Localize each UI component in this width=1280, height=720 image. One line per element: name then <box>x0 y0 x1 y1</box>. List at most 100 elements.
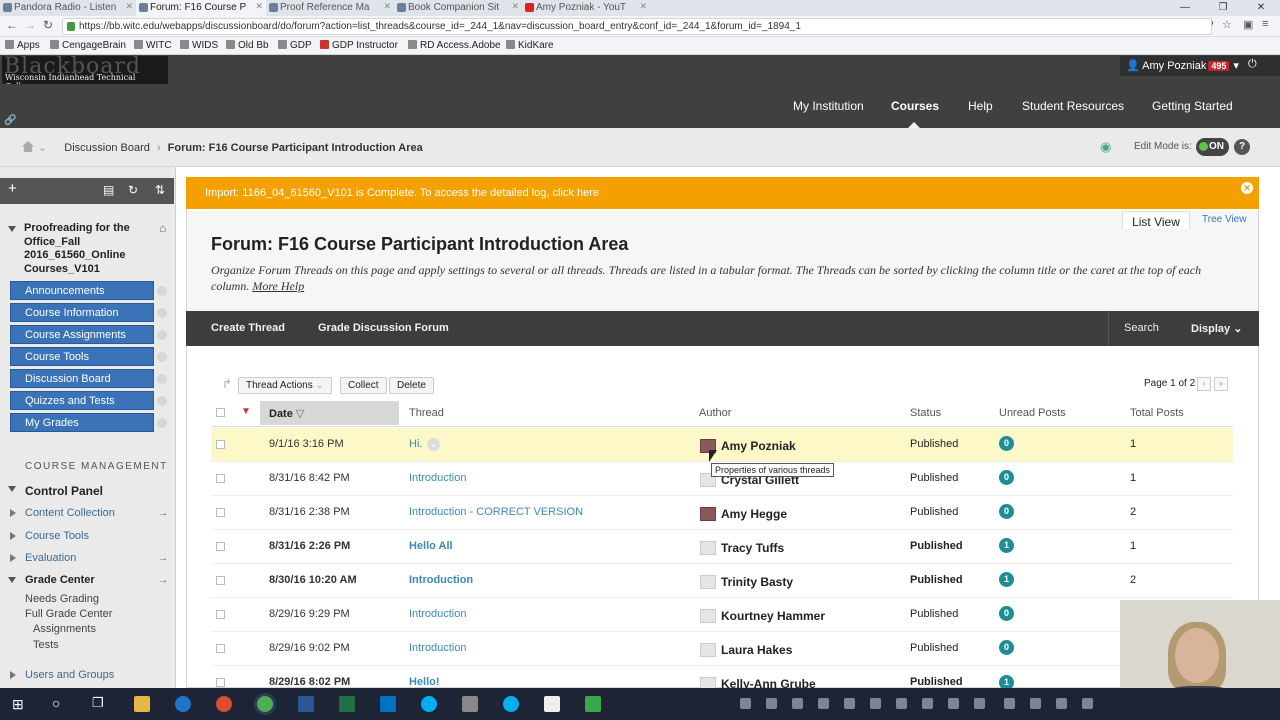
sidebar-item-announcements[interactable]: Announcements <box>10 281 154 300</box>
close-icon[interactable]: ✕ <box>511 1 519 12</box>
row-checkbox[interactable] <box>216 576 225 585</box>
tab-list-view[interactable]: List View <box>1122 211 1190 229</box>
unread-badge[interactable]: 1 <box>999 538 1014 553</box>
tray-icon[interactable] <box>870 698 881 709</box>
logout-icon[interactable]: ⏻ <box>1248 58 1257 71</box>
select-all-checkbox[interactable] <box>216 408 225 417</box>
thread-actions-button[interactable]: Thread Actions ⌄ <box>238 377 332 394</box>
options-dot-icon[interactable] <box>157 286 167 296</box>
cp-content-collection[interactable]: Content Collection <box>25 507 115 519</box>
course-home-icon[interactable]: ⌂ <box>159 221 166 235</box>
cp-evaluation[interactable]: Evaluation <box>25 552 76 564</box>
collapse-course-icon[interactable] <box>8 226 16 232</box>
unread-badge[interactable]: 1 <box>999 572 1014 587</box>
sort-caret-icon[interactable]: ▽ <box>296 408 304 420</box>
thread-link[interactable]: Introduction <box>409 642 466 654</box>
sidebar-item-course-information[interactable]: Course Information <box>10 303 154 322</box>
sidebar-item-quizzes-and-tests[interactable]: Quizzes and Tests <box>10 391 154 410</box>
more-help-link[interactable]: More Help <box>252 279 304 293</box>
app-icon[interactable] <box>462 696 478 712</box>
cortana-icon[interactable]: ○ <box>52 695 60 711</box>
options-dot-icon[interactable] <box>157 308 167 318</box>
col-status[interactable]: Status <box>910 407 941 419</box>
close-icon[interactable]: ✕ <box>383 1 391 12</box>
cp-grade-center[interactable]: Grade Center <box>25 574 95 586</box>
unread-badge[interactable]: 0 <box>999 436 1014 451</box>
user-menu[interactable]: 👤 Amy Pozniak 495 ▾ ⏻ <box>1120 56 1280 76</box>
col-total-posts[interactable]: Total Posts <box>1130 407 1184 419</box>
col-date[interactable]: Date ▽ <box>269 407 304 420</box>
tray-icon[interactable] <box>818 698 829 709</box>
sidebar-item-course-assignments[interactable]: Course Assignments <box>10 325 154 344</box>
extension-icon[interactable]: ▣ <box>1243 18 1253 31</box>
outlook-tray-icon[interactable] <box>948 698 959 709</box>
row-checkbox[interactable] <box>216 678 225 687</box>
tray-icon[interactable] <box>1030 698 1041 709</box>
row-checkbox[interactable] <box>216 542 225 551</box>
url-bar[interactable]: https://bb.witc.edu/webapps/discussionbo… <box>62 18 1212 35</box>
gc-assignments[interactable]: Assignments <box>33 623 96 635</box>
tab-tree-view[interactable]: Tree View <box>1202 214 1246 225</box>
grade-forum-button[interactable]: Grade Discussion Forum <box>318 322 449 334</box>
unread-badge[interactable]: 0 <box>999 640 1014 655</box>
camtasia-icon[interactable] <box>585 696 601 712</box>
nav-my-institution[interactable]: My Institution <box>793 99 864 113</box>
expand-icon[interactable] <box>10 671 16 679</box>
create-thread-button[interactable]: Create Thread <box>211 322 285 334</box>
flag-icon[interactable]: ▼ <box>241 406 251 417</box>
browser-tab[interactable]: Amy Pozniak - YouT ✕ <box>522 0 650 16</box>
menu-icon[interactable]: ≡ <box>1262 18 1268 30</box>
bookmark-item[interactable]: RD Access.Adobe <box>408 40 501 51</box>
gc-tests[interactable]: Tests <box>33 639 59 651</box>
control-panel-heading[interactable]: Control Panel <box>25 484 103 498</box>
firefox-icon[interactable] <box>216 696 232 712</box>
folder-view-icon[interactable]: ▤ <box>103 183 114 197</box>
breadcrumb-discussion-board[interactable]: Discussion Board <box>64 142 150 154</box>
outlook-icon[interactable] <box>380 696 396 712</box>
options-dot-icon[interactable] <box>157 352 167 362</box>
tray-icon[interactable] <box>896 698 907 709</box>
windows-start-icon[interactable]: ⊞ <box>12 696 24 713</box>
collapse-control-panel-icon[interactable] <box>8 486 16 492</box>
close-icon[interactable]: ✕ <box>255 1 263 12</box>
bluetooth-icon[interactable] <box>766 698 777 709</box>
star-icon[interactable]: ☆ <box>1222 18 1232 31</box>
search-button[interactable]: Search <box>1124 322 1159 334</box>
last-page-icon[interactable]: » <box>1214 377 1228 391</box>
thread-link[interactable]: Introduction <box>409 608 466 620</box>
gc-full-grade-center[interactable]: Full Grade Center <box>25 608 112 620</box>
thread-link[interactable]: Hello All <box>409 540 453 552</box>
help-icon[interactable]: ? <box>1234 139 1250 155</box>
unread-badge[interactable]: 0 <box>999 606 1014 621</box>
bookmark-item[interactable]: Apps <box>5 40 40 51</box>
task-view-icon[interactable]: ❐ <box>92 695 104 711</box>
thread-link[interactable]: Hello! <box>409 676 440 688</box>
tray-icon[interactable] <box>922 698 933 709</box>
close-icon[interactable]: ✕ <box>1241 182 1253 194</box>
delete-button[interactable]: Delete <box>389 377 434 394</box>
forward-icon[interactable]: → <box>24 18 36 32</box>
col-thread[interactable]: Thread <box>409 407 444 419</box>
bookmark-item[interactable]: KidKare <box>506 40 554 51</box>
thread-link[interactable]: Introduction <box>409 574 473 586</box>
edit-mode-toggle[interactable]: ON <box>1196 138 1229 156</box>
sidebar-item-my-grades[interactable]: My Grades <box>10 413 154 432</box>
chrome-icon[interactable] <box>257 696 273 712</box>
home-icon[interactable] <box>22 141 34 152</box>
col-author[interactable]: Author <box>699 407 731 419</box>
thread-link[interactable]: Hi. <box>409 438 422 450</box>
close-icon[interactable]: ✕ <box>125 1 133 12</box>
keyboard-icon[interactable] <box>1004 698 1015 709</box>
skype-icon[interactable] <box>421 696 437 712</box>
bookmark-item[interactable]: CengageBrain <box>50 40 126 51</box>
sidebar-item-course-tools[interactable]: Course Tools <box>10 347 154 366</box>
options-dot-icon[interactable] <box>157 396 167 406</box>
thread-link[interactable]: Introduction - CORRECT VERSION <box>409 506 583 518</box>
browser-tab[interactable]: Pandora Radio - Listen ✕ <box>0 0 136 16</box>
options-menu-icon[interactable]: ⌄ <box>427 438 440 451</box>
sidebar-item-discussion-board[interactable]: Discussion Board <box>10 369 154 388</box>
row-checkbox[interactable] <box>216 644 225 653</box>
browser-tab-active[interactable]: Forum: F16 Course P ✕ <box>136 0 266 16</box>
row-checkbox[interactable] <box>216 508 225 517</box>
row-checkbox[interactable] <box>216 610 225 619</box>
